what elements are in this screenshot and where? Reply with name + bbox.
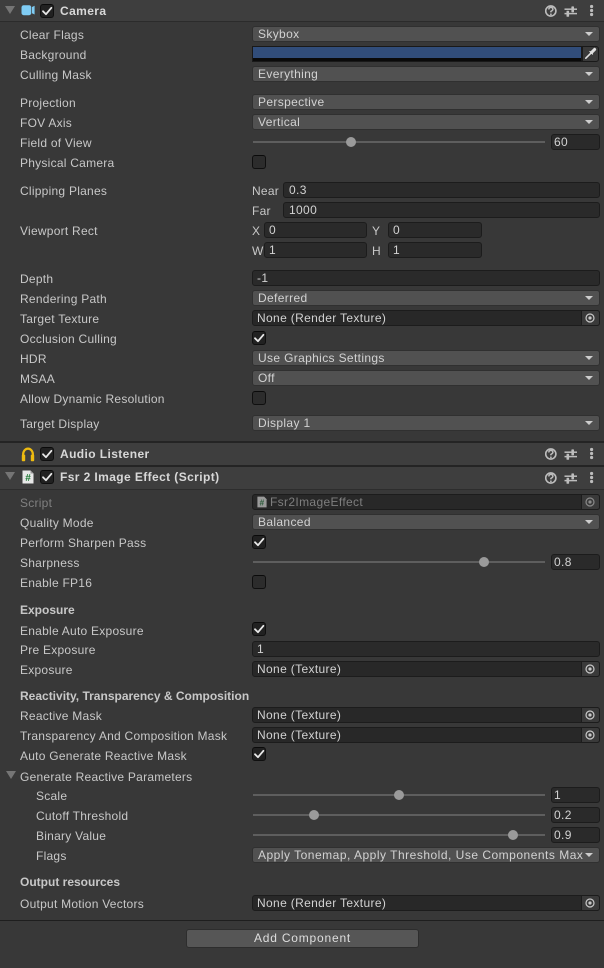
svg-text:#: #: [260, 497, 265, 507]
svg-text:#: #: [25, 473, 31, 484]
